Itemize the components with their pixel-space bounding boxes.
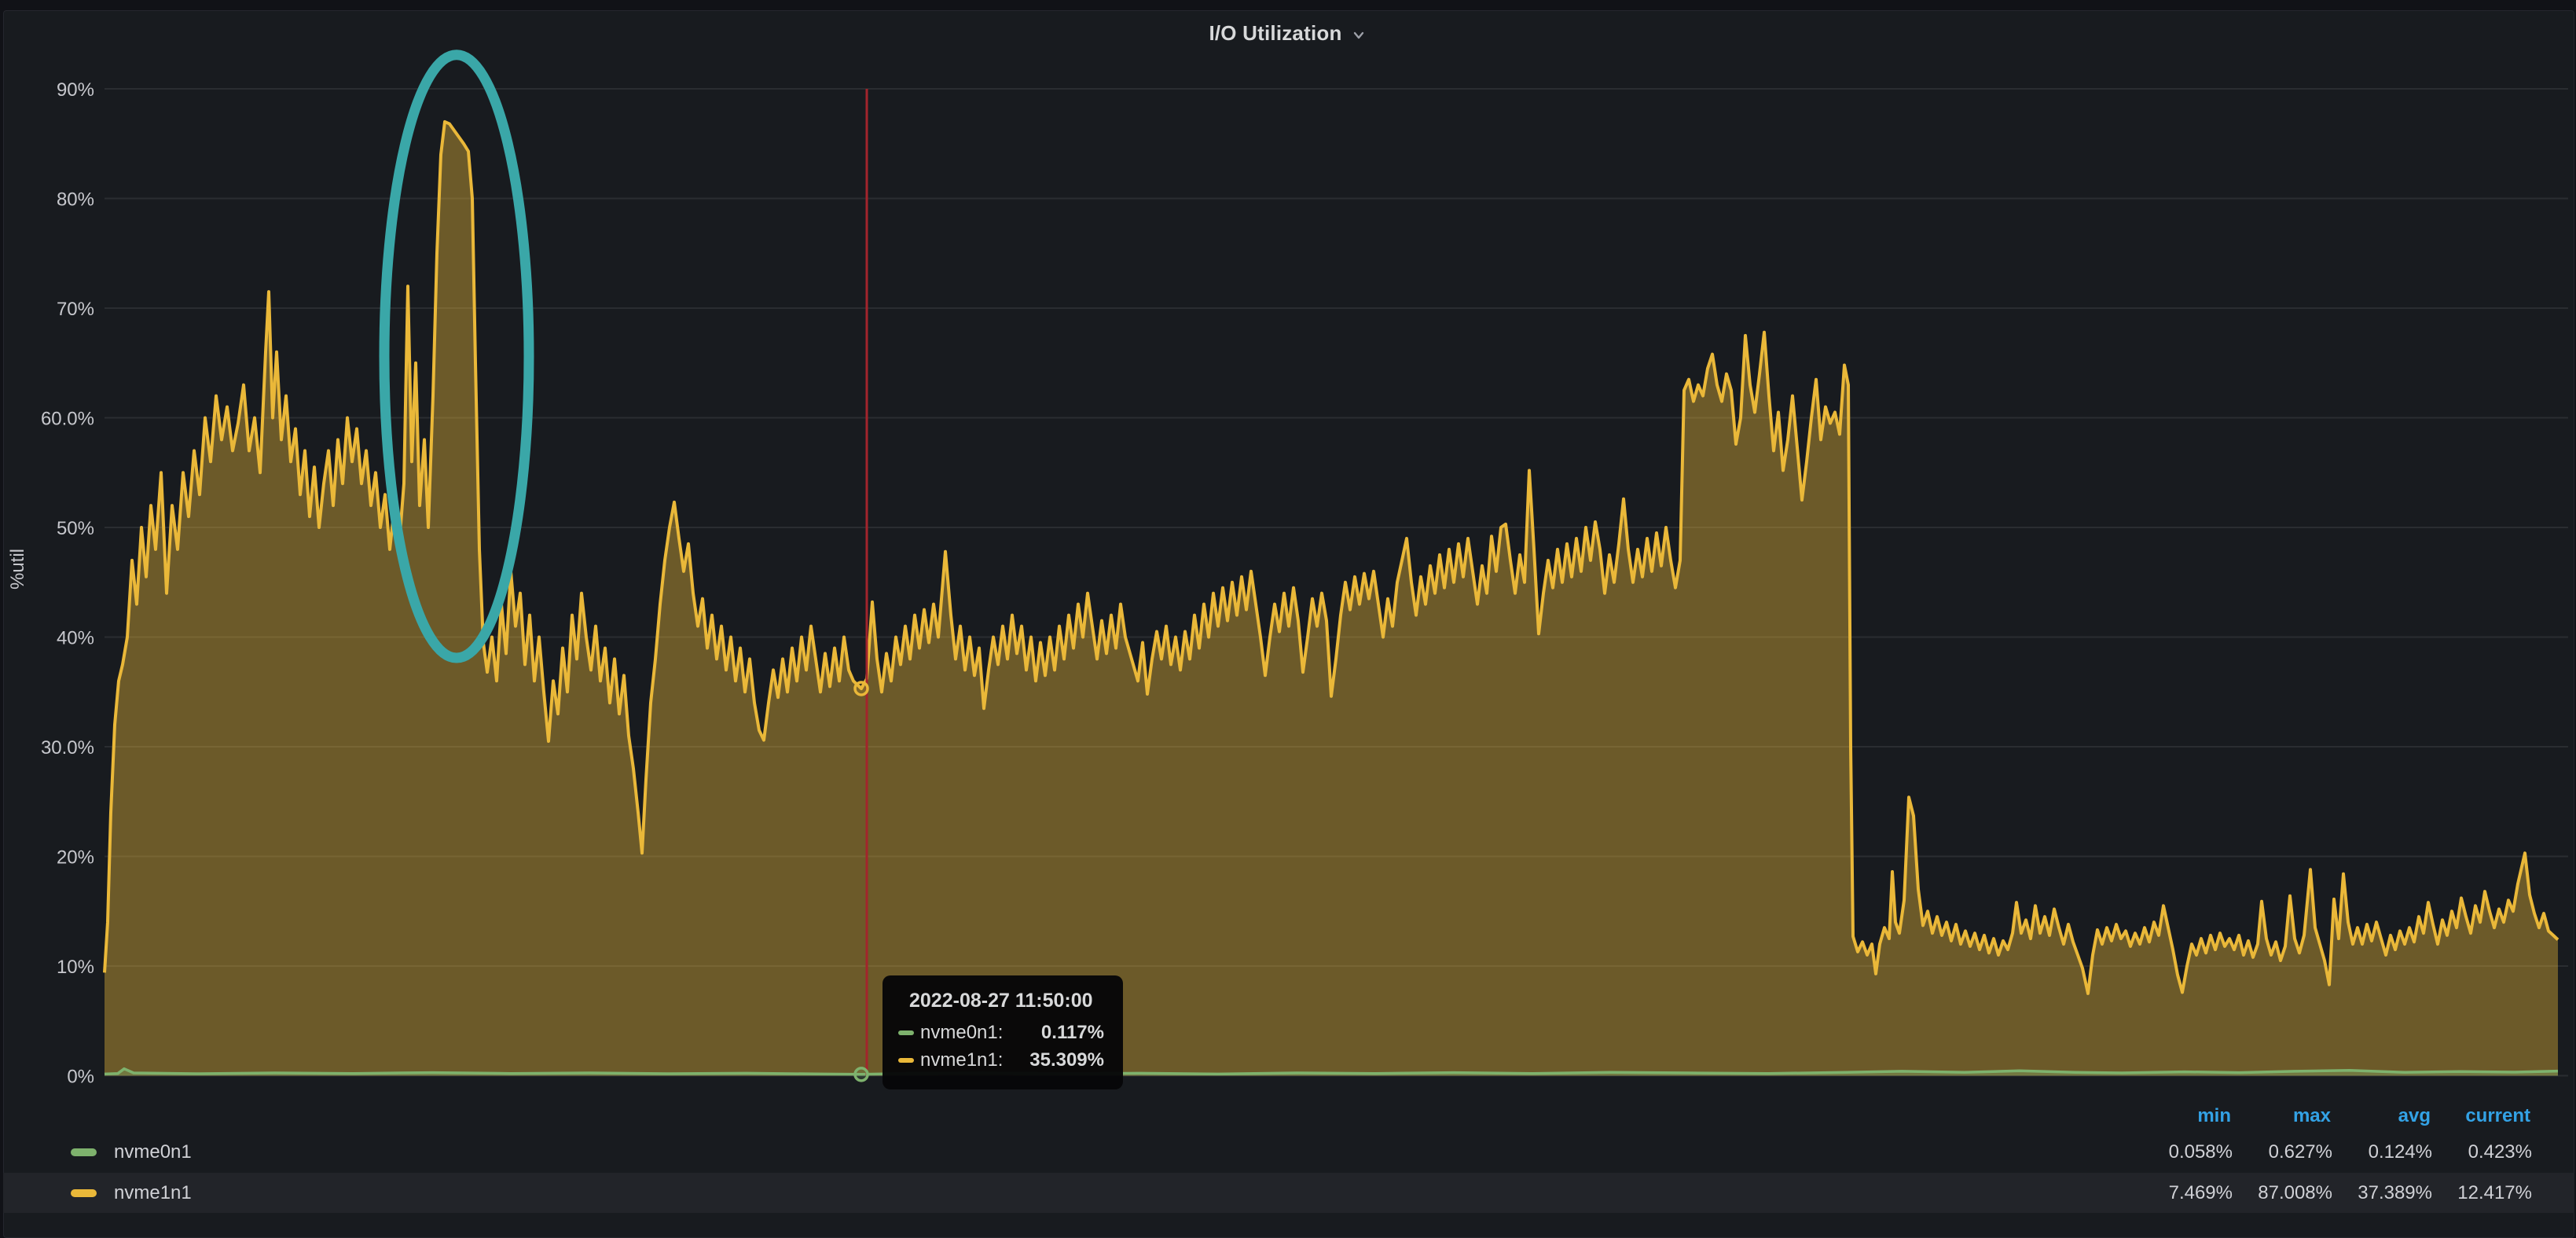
y-axis-tick-label: 30.0% <box>41 737 94 759</box>
stat-avg: 0.124% <box>2332 1141 2432 1163</box>
stat-max: 87.008% <box>2233 1182 2332 1204</box>
y-axis-title: %util <box>7 549 28 590</box>
series-name[interactable]: nvme0n1 <box>114 1141 192 1163</box>
y-axis-tick-label: 20% <box>57 847 94 869</box>
tooltip-series-name: nvme0n1: <box>920 1022 1003 1044</box>
stat-avg: 37.389% <box>2332 1182 2432 1204</box>
legend-header-min[interactable]: min <box>2131 1101 2231 1131</box>
legend-row-nvme1n1[interactable]: nvme1n1 7.469% 87.008% 37.389% 12.417% <box>3 1173 2574 1213</box>
tooltip-row-nvme0n1: nvme0n1: 0.117% <box>898 1022 1104 1044</box>
tooltip-series-name: nvme1n1: <box>920 1049 1003 1071</box>
tooltip-series-value: 0.117% <box>1041 1022 1104 1044</box>
hover-marker-nvme0n1 <box>855 1068 868 1081</box>
legend-header-current[interactable]: current <box>2431 1101 2530 1131</box>
legend-stats: 7.469% 87.008% 37.389% 12.417% <box>2133 1182 2532 1204</box>
y-axis-tick-label: 60.0% <box>41 409 94 430</box>
hover-marker-nvme1n1 <box>855 682 868 695</box>
stat-min: 7.469% <box>2133 1182 2233 1204</box>
y-axis-tick-label: 0% <box>67 1067 94 1088</box>
tooltip-series-value: 35.309% <box>1029 1049 1104 1071</box>
legend-row-nvme0n1[interactable]: nvme0n1 0.058% 0.627% 0.124% 0.423% <box>3 1132 2574 1172</box>
y-axis-tick-label: 80% <box>57 189 94 211</box>
series-color-swatch <box>898 1030 914 1035</box>
y-axis-tick-label: 50% <box>57 518 94 539</box>
stat-min: 0.058% <box>2133 1141 2233 1163</box>
hover-tooltip: 2022-08-27 11:50:00 nvme0n1: 0.117% nvme… <box>883 975 1123 1089</box>
stat-current: 12.417% <box>2432 1182 2532 1204</box>
series-color-swatch <box>898 1058 914 1063</box>
y-axis-tick-label: 90% <box>57 79 94 101</box>
time-series-plot[interactable]: 90% 80% 70% 60.0% 50% 40% 30.0% 20% 10% 0% %util <box>0 0 2576 1212</box>
y-axis-tick-label: 40% <box>57 628 94 649</box>
tooltip-timestamp: 2022-08-27 11:50:00 <box>909 990 1104 1012</box>
y-axis-tick-label: 70% <box>57 299 94 320</box>
legend-header-avg[interactable]: avg <box>2331 1101 2431 1131</box>
tooltip-row-nvme1n1: nvme1n1: 35.309% <box>898 1049 1104 1071</box>
legend-header-max[interactable]: max <box>2231 1101 2331 1131</box>
y-axis-tick-label: 10% <box>57 957 94 978</box>
stat-current: 0.423% <box>2432 1141 2532 1163</box>
stat-max: 0.627% <box>2233 1141 2332 1163</box>
series-name[interactable]: nvme1n1 <box>114 1182 192 1204</box>
legend-stats: 0.058% 0.627% 0.124% 0.423% <box>2133 1141 2532 1163</box>
series-color-swatch <box>71 1189 97 1197</box>
legend-stat-headers: min max avg current <box>2131 1101 2530 1131</box>
series-color-swatch <box>71 1148 97 1156</box>
